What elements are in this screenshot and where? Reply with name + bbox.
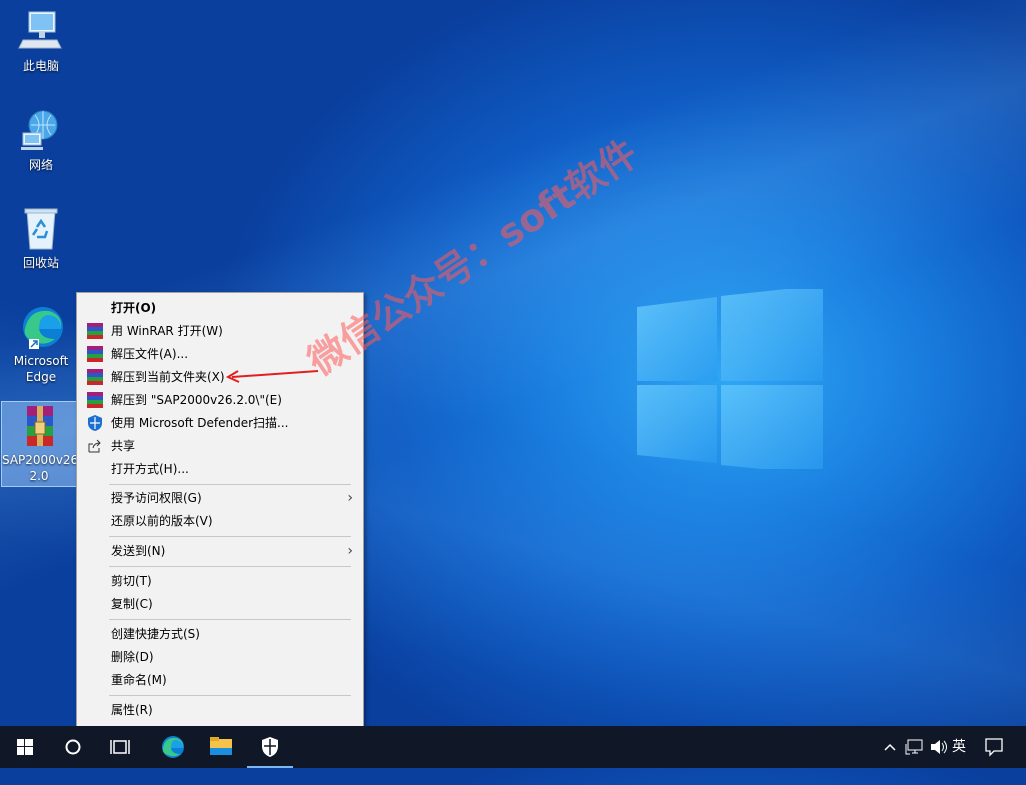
- winrar-icon: [87, 323, 103, 339]
- chevron-up-icon: [884, 743, 896, 751]
- menu-item-rename[interactable]: 重命名(M): [79, 669, 361, 691]
- taskbar-file-explorer[interactable]: [198, 726, 244, 768]
- edge-icon: [162, 736, 184, 758]
- computer-icon: [17, 8, 65, 56]
- search-button[interactable]: [50, 726, 96, 768]
- desktop-icon-label-line1: Microsoft: [13, 354, 69, 368]
- task-view-button[interactable]: [97, 726, 143, 768]
- desktop-icon-label: 此电脑: [22, 59, 59, 73]
- chevron-right-icon: ›: [347, 490, 353, 506]
- volume-icon: [931, 740, 947, 754]
- menu-item-copy[interactable]: 复制(C): [79, 593, 361, 615]
- winrar-icon: [87, 369, 103, 385]
- taskbar-security[interactable]: [247, 726, 293, 768]
- menu-separator: [109, 695, 351, 696]
- tray-show-hidden[interactable]: [882, 726, 898, 768]
- network-status-icon: [905, 739, 923, 755]
- desktop-icon-sap2000-archive[interactable]: SAP2000v26. 2.0: [1, 401, 82, 487]
- start-button[interactable]: [2, 726, 48, 768]
- file-explorer-icon: [210, 737, 232, 755]
- menu-item-open-with[interactable]: 打开方式(H)...: [79, 458, 361, 480]
- menu-item-properties[interactable]: 属性(R): [79, 699, 361, 721]
- recycle-bin-icon: [17, 205, 65, 253]
- search-icon: [65, 739, 81, 755]
- menu-item-create-shortcut[interactable]: 创建快捷方式(S): [79, 623, 361, 645]
- desktop-icon-recycle-bin[interactable]: 回收站: [4, 205, 78, 271]
- winrar-archive-icon: [15, 402, 63, 450]
- taskbar-edge[interactable]: [150, 726, 196, 768]
- menu-item-give-access[interactable]: 授予访问权限(G) ›: [79, 487, 361, 509]
- tray-network[interactable]: [904, 726, 924, 768]
- task-view-icon: [110, 740, 130, 754]
- menu-separator: [109, 619, 351, 620]
- notification-icon: [985, 738, 1003, 757]
- desktop-icon-this-pc[interactable]: 此电脑: [4, 8, 78, 74]
- menu-item-cut[interactable]: 剪切(T): [79, 570, 361, 592]
- menu-separator: [109, 566, 351, 567]
- taskbar: 英: [0, 726, 1026, 768]
- menu-item-open[interactable]: 打开(O): [79, 297, 361, 319]
- notification-center-button[interactable]: [982, 726, 1006, 768]
- tray-ime-indicator[interactable]: 英: [952, 726, 970, 768]
- network-icon: [17, 107, 65, 155]
- defender-shield-icon: [87, 415, 103, 431]
- menu-item-restore-versions[interactable]: 还原以前的版本(V): [79, 510, 361, 532]
- menu-separator: [109, 484, 351, 485]
- winrar-icon: [87, 392, 103, 408]
- menu-item-send-to[interactable]: 发送到(N) ›: [79, 540, 361, 562]
- windows-logo: [637, 289, 823, 469]
- menu-item-defender-scan[interactable]: 使用 Microsoft Defender扫描...: [79, 412, 361, 434]
- desktop-icon-label-line2: 2.0: [29, 469, 49, 483]
- desktop-icon-edge[interactable]: Microsoft Edge: [4, 303, 78, 385]
- desktop-icon-label: 网络: [28, 158, 53, 172]
- menu-item-share[interactable]: 共享: [79, 435, 361, 457]
- menu-separator: [109, 536, 351, 537]
- ime-label: 英: [952, 739, 966, 755]
- start-icon: [17, 739, 33, 755]
- chevron-right-icon: ›: [347, 543, 353, 559]
- desktop-icon-label-line2: Edge: [25, 370, 57, 384]
- security-shield-icon: [262, 737, 278, 757]
- share-icon: [87, 438, 103, 454]
- tray-volume[interactable]: [928, 726, 948, 768]
- menu-item-delete[interactable]: 删除(D): [79, 646, 361, 668]
- desktop-icon-label: 回收站: [22, 256, 59, 270]
- menu-item-extract-to-folder[interactable]: 解压到 "SAP2000v26.2.0\"(E): [79, 389, 361, 411]
- desktop-icon-label-line1: SAP2000v26.: [2, 453, 83, 467]
- winrar-icon: [87, 346, 103, 362]
- desktop-icon-network[interactable]: 网络: [4, 107, 78, 173]
- annotation-arrow: [225, 370, 319, 383]
- edge-icon: [17, 303, 65, 351]
